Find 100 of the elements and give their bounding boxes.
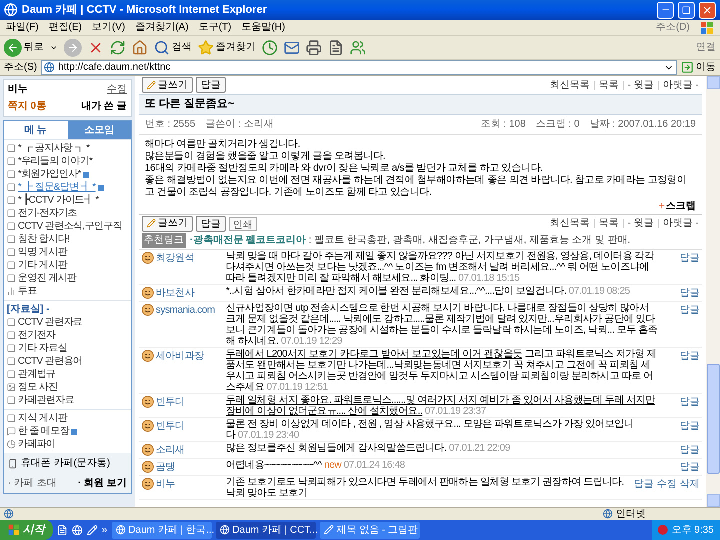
maximize-button[interactable] bbox=[678, 2, 695, 18]
comment-action-link[interactable]: 답글 bbox=[680, 442, 700, 458]
comment-action-link[interactable]: 수정 bbox=[657, 476, 677, 492]
quick-launch-icon[interactable] bbox=[87, 524, 98, 536]
close-button[interactable] bbox=[699, 2, 716, 18]
menu-item[interactable]: 편집(E) bbox=[48, 20, 82, 35]
menu-link[interactable]: 카페관련자료 bbox=[7, 394, 128, 407]
comment-action-link[interactable]: 답글 bbox=[680, 250, 700, 266]
menu-link[interactable]: CCTV 관련용어 bbox=[7, 355, 128, 368]
comment-action-link[interactable]: 답글 bbox=[680, 418, 700, 434]
menu-link[interactable]: 익명 게시판 bbox=[7, 246, 128, 259]
menu-item[interactable]: 파일(F) bbox=[6, 20, 39, 35]
nav-link[interactable]: 최신목록 bbox=[550, 78, 590, 92]
my-posts-link[interactable]: 내가 쓴 글 bbox=[81, 99, 127, 114]
comment-action-link[interactable]: 답글 bbox=[680, 460, 700, 474]
back-button[interactable]: 뒤로 bbox=[4, 38, 44, 56]
nav-link[interactable]: 아랫글 - bbox=[662, 216, 699, 231]
quick-launch-icon[interactable] bbox=[57, 524, 68, 536]
menu-link[interactable]: 카페파이 bbox=[7, 438, 128, 451]
refresh-icon[interactable] bbox=[110, 40, 126, 56]
menu-link[interactable]: *회원가입인사* bbox=[7, 168, 128, 181]
taskbar-task[interactable]: Daum 카페 | 한국... bbox=[112, 522, 212, 538]
nav-link[interactable]: 목록 bbox=[598, 78, 619, 92]
menu-link[interactable]: CCTV 관련소식,구인구직 bbox=[7, 220, 128, 233]
pie-icon bbox=[7, 440, 16, 449]
sponsored-link[interactable]: ·광촉매전문 펠코트코리아 bbox=[190, 234, 306, 246]
comment-action-link[interactable]: 답글 bbox=[680, 286, 700, 300]
start-button[interactable]: 시작 bbox=[0, 520, 53, 540]
menu-link[interactable]: 관계법규 bbox=[7, 368, 128, 381]
messenger-icon[interactable] bbox=[350, 40, 366, 56]
taskbar-task[interactable]: Daum 카페 | CCT... bbox=[216, 522, 316, 538]
menu-link[interactable]: * ┣CCTV 가이드┫ * bbox=[7, 194, 128, 207]
scrollbar[interactable] bbox=[706, 76, 720, 507]
clock: 오후 9:35 bbox=[672, 524, 714, 538]
quick-launch-icon[interactable] bbox=[72, 524, 83, 536]
comment-action-link[interactable]: 답글 bbox=[680, 302, 700, 318]
post-body-line: 해마다 여름만 골치거리가 생깁니다. bbox=[145, 138, 302, 150]
post-title: 또 다른 질문좀요~ bbox=[145, 98, 235, 110]
footer-link[interactable]: · 카페 초대 bbox=[8, 476, 57, 491]
reply-button[interactable]: 답글 bbox=[196, 77, 226, 93]
go-button[interactable]: 이동 bbox=[681, 60, 716, 75]
home-icon[interactable] bbox=[132, 40, 148, 56]
menu-item[interactable]: 즐겨찾기(A) bbox=[135, 20, 189, 35]
comment-date: 07.01.19 12:51 bbox=[266, 382, 328, 392]
nav-link[interactable]: 목록 bbox=[598, 216, 619, 231]
search-button[interactable]: 검색 bbox=[154, 40, 192, 56]
comment-date: 07.01.21 22:09 bbox=[448, 442, 510, 454]
post-body-line: 많은분들이 경험을 했을줄 알고 이렇게 글을 오려봅니다. bbox=[145, 150, 386, 162]
nav-link[interactable]: - 윗글 bbox=[628, 78, 654, 92]
menu-link[interactable]: 기타 게시판 bbox=[7, 259, 128, 272]
menu-link[interactable]: 정모 사진 bbox=[7, 381, 128, 394]
nav-link[interactable]: 아랫글 - bbox=[662, 78, 699, 92]
scrap-link[interactable]: 스크랩 bbox=[658, 198, 696, 214]
comment-action-link[interactable]: 답글 bbox=[680, 348, 700, 364]
menu-item[interactable]: 도움말(H) bbox=[242, 20, 286, 35]
favorites-button[interactable]: 즐겨찾기 bbox=[198, 40, 256, 56]
more-chevron[interactable]: » bbox=[102, 522, 108, 538]
write-button[interactable]: 글쓰기 bbox=[142, 216, 193, 232]
post-meta: 조회 : 108 bbox=[480, 118, 526, 132]
menu-item[interactable]: 도구(T) bbox=[198, 20, 232, 35]
smiley-avatar-icon bbox=[142, 252, 154, 264]
print-icon[interactable] bbox=[306, 40, 322, 56]
comment-action-link[interactable]: 답글 bbox=[634, 476, 654, 492]
menu-link[interactable]: CCTV 관련자료 bbox=[7, 316, 128, 329]
write-button[interactable]: 글쓰기 bbox=[142, 77, 193, 93]
new-label: new bbox=[323, 460, 342, 470]
menu-link[interactable]: 전기-전자기초 bbox=[7, 207, 128, 220]
menu-link[interactable]: 투표 bbox=[7, 285, 128, 298]
reply-button[interactable]: 답글 bbox=[196, 216, 226, 232]
address-field[interactable]: http://cafe.daum.net/kttnc bbox=[41, 60, 677, 75]
edit-link[interactable]: 수정 bbox=[107, 82, 127, 97]
post-meta: 글쓴이 : 소리새 bbox=[206, 118, 274, 132]
print-button[interactable]: 인쇄 bbox=[229, 216, 257, 230]
menu-link[interactable]: * ┣ 질문&답변 ┫ * bbox=[7, 181, 128, 194]
smiley-avatar-icon bbox=[142, 420, 154, 432]
menu-link[interactable]: 전기전자 bbox=[7, 329, 128, 342]
menu-link[interactable]: 한 줄 메모장 bbox=[7, 425, 128, 438]
footer-link[interactable]: · 회원 보기 bbox=[78, 476, 127, 491]
menu-link[interactable]: * ┏ 공지사항 ┓ * bbox=[7, 142, 128, 155]
mail-icon[interactable] bbox=[284, 40, 300, 56]
nav-link[interactable]: 최신목록 bbox=[550, 216, 590, 231]
menu-link[interactable]: 기타 자료실 bbox=[7, 342, 128, 355]
minimize-button[interactable] bbox=[657, 2, 674, 18]
menu-link[interactable]: *우리들의 이야기* bbox=[7, 155, 128, 168]
menu-link[interactable]: 칭찬 합시다! bbox=[7, 233, 128, 246]
tray-icon bbox=[658, 525, 668, 535]
menu-link[interactable]: 지식 게시판 bbox=[7, 412, 128, 425]
messages-link[interactable]: 쪽지 0통 bbox=[8, 99, 46, 114]
nav-link[interactable]: - 윗글 bbox=[628, 216, 654, 231]
menu-item[interactable]: 보기(V) bbox=[92, 20, 126, 35]
edit-icon[interactable] bbox=[328, 40, 344, 56]
taskbar-task[interactable]: 제목 없음 - 그림판 bbox=[320, 522, 420, 538]
comment-text: 많은 정보를주신 회원님들에게 감사의말씀드립니다. 07.01.21 22:09 bbox=[226, 442, 512, 456]
comment-action-link[interactable]: 삭제 bbox=[680, 476, 700, 492]
post-body-line: 좋은 해결방법이 없는지요 이번에 전면 재공사를 하는데 견적에 첨부해야하는데 좋은 의견 바랍니다. 참고로 카메라는 고정형이고 건물이 조립식 공장입니다. 기존에 노이즈도 함께 타고 있습니다. bbox=[145, 174, 688, 198]
menu-link[interactable]: 운영진 게시판 bbox=[7, 272, 128, 285]
history-icon[interactable] bbox=[262, 40, 278, 56]
pencil-icon bbox=[147, 80, 156, 90]
comment-action-link[interactable]: 답글 bbox=[680, 394, 700, 410]
user-name: 비누 bbox=[8, 83, 28, 97]
